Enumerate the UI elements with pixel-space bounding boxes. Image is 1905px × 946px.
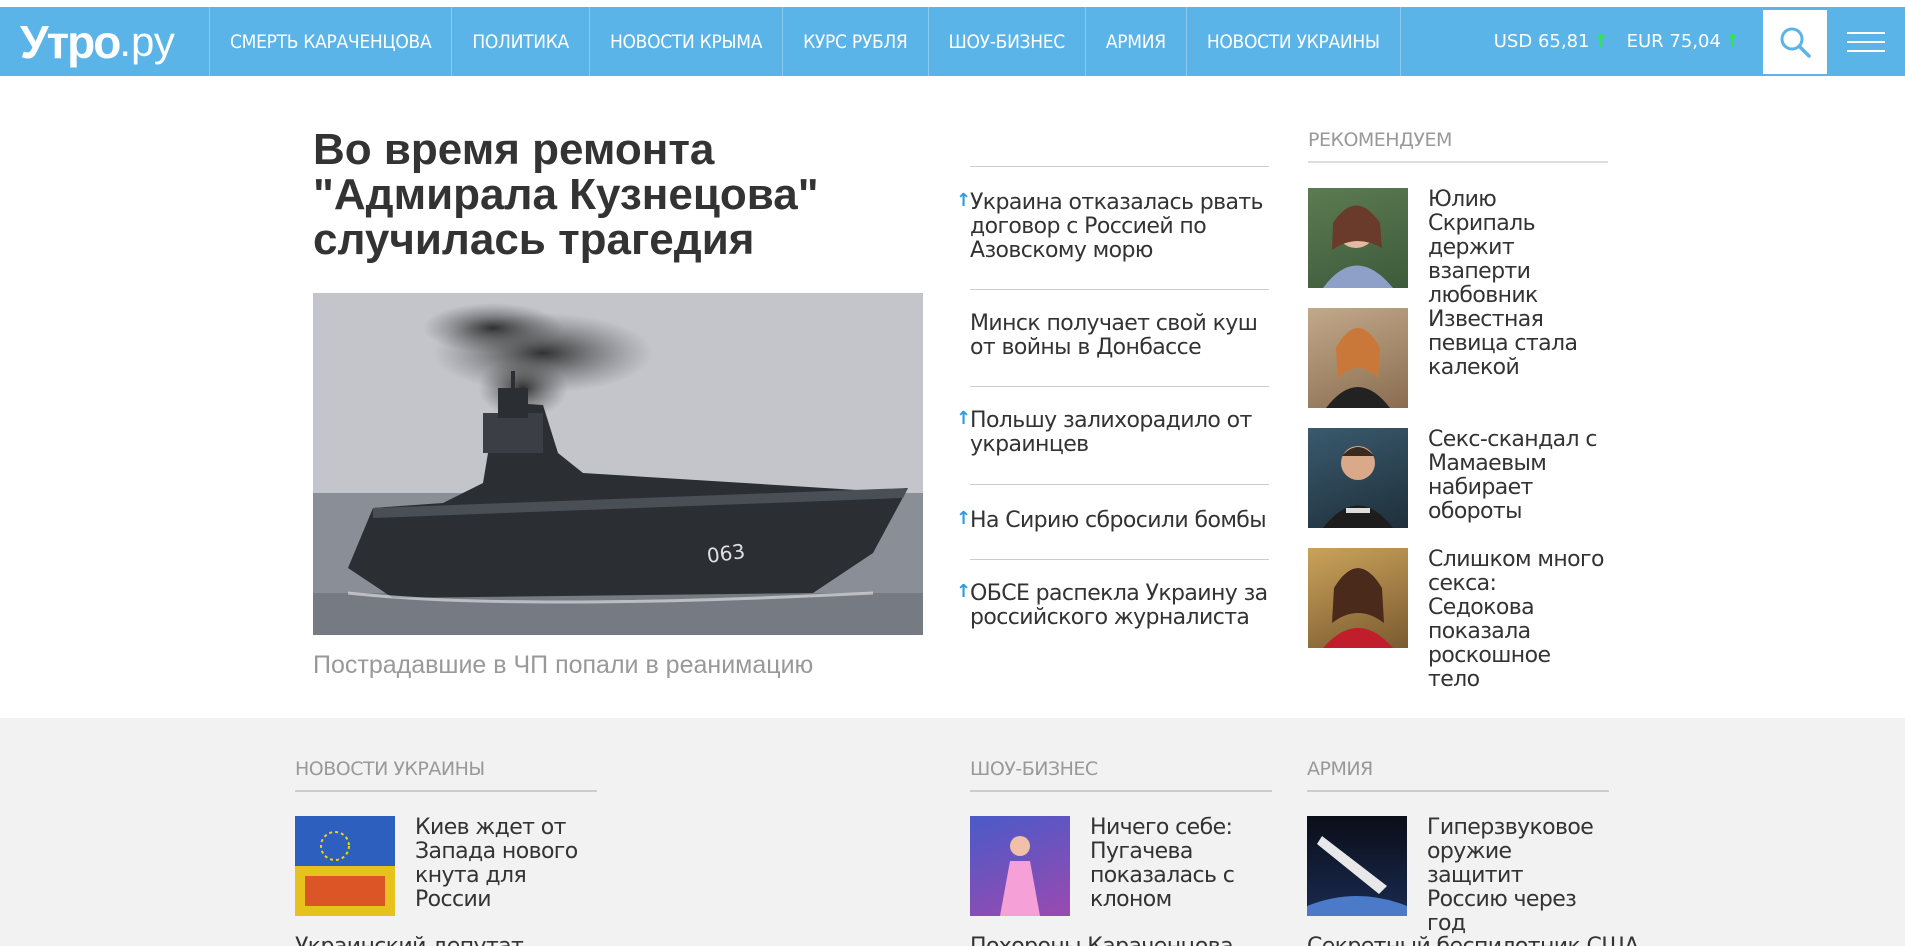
section-item-title: Гиперзвуковое оружие защитит Россию чере… bbox=[1427, 815, 1594, 936]
list-item[interactable]: ↑ На Сирию сбросили бомбы bbox=[956, 484, 1269, 559]
trending-up-icon: ↑ bbox=[956, 581, 971, 602]
main-article-title[interactable]: Во время ремонта "Адмирала Кузнецова" сл… bbox=[313, 127, 873, 262]
section-item[interactable]: Киев ждет от Запада нового кнута для Рос… bbox=[295, 816, 597, 916]
thumbnail-image bbox=[1308, 188, 1408, 288]
hamburger-menu-icon bbox=[1847, 31, 1885, 52]
thumbnail-image bbox=[1308, 308, 1408, 408]
list-item-text: Минск получает свой куш от войны в Донба… bbox=[970, 311, 1258, 360]
section-item-title: Киев ждет от Запада нового кнута для Рос… bbox=[415, 815, 578, 912]
recommended-item-title: Известная певица стала калекой bbox=[1428, 307, 1578, 380]
menu-button[interactable] bbox=[1827, 7, 1905, 76]
rate-eur[interactable]: EUR 75,04 ↑ bbox=[1627, 31, 1740, 52]
list-item[interactable]: ↑ Польшу залихорадило от украинцев bbox=[956, 386, 1269, 484]
trending-up-icon: ↑ bbox=[956, 190, 971, 211]
nav-item-showbiz[interactable]: Шоу-бизнес bbox=[929, 7, 1086, 76]
nav-item-army[interactable]: Армия bbox=[1086, 7, 1187, 76]
site-header: Утро .ру Смерть Караченцова Политика Ново… bbox=[0, 7, 1905, 76]
trending-up-icon: ↑ bbox=[956, 408, 971, 429]
thumbnail-image bbox=[295, 816, 395, 916]
top-news-list: ↑ Украина отказалась рвать договор с Рос… bbox=[956, 166, 1269, 639]
recommended-item[interactable]: Секс-скандал с Мамаевым набирает обороты bbox=[1308, 428, 1608, 528]
nav-item-crimea[interactable]: Новости Крыма bbox=[590, 7, 784, 76]
arrow-up-icon: ↑ bbox=[1593, 31, 1609, 52]
main-nav: Смерть Караченцова Политика Новости Крым… bbox=[210, 7, 1401, 76]
section-next-item[interactable]: Похороны Караченцова bbox=[970, 934, 1234, 946]
section-heading-ukraine[interactable]: Новости Украины bbox=[295, 758, 597, 792]
trending-up-icon: ↑ bbox=[956, 508, 971, 529]
site-logo[interactable]: Утро .ру bbox=[0, 7, 210, 76]
logo-suffix: .ру bbox=[119, 17, 175, 65]
recommended-item-title: Юлию Скрипаль держит взаперти любовник bbox=[1428, 187, 1538, 308]
section-item[interactable]: Гиперзвуковое оружие защитит Россию чере… bbox=[1307, 816, 1609, 936]
recommended-item-title: Слишком много секса: Седокова показала р… bbox=[1428, 547, 1604, 692]
list-item-text: ОБСЕ распекла Украину за российского жур… bbox=[970, 581, 1268, 630]
nav-item-karachentsov[interactable]: Смерть Караченцова bbox=[210, 7, 453, 76]
list-item[interactable]: ↑ ОБСЕ распекла Украину за российского ж… bbox=[956, 559, 1269, 639]
section-heading-showbiz[interactable]: Шоу-бизнес bbox=[970, 758, 1272, 792]
rate-eur-label: EUR bbox=[1626, 31, 1664, 52]
section-item[interactable]: Ничего себе: Пугачева показалась с клоно… bbox=[970, 816, 1272, 916]
category-sections: Новости Украины Киев ждет от Запада ново… bbox=[0, 718, 1905, 946]
thumbnail-image bbox=[1307, 816, 1407, 916]
list-item[interactable]: ↑ Украина отказалась рвать договор с Рос… bbox=[956, 166, 1269, 289]
section-item-title: Ничего себе: Пугачева показалась с клоно… bbox=[1090, 815, 1235, 912]
nav-item-ruble-rate[interactable]: Курс рубля bbox=[783, 7, 929, 76]
list-item-text: Польшу залихорадило от украинцев bbox=[970, 408, 1252, 457]
logo-main: Утро bbox=[20, 15, 121, 68]
recommended-item[interactable]: Юлию Скрипаль держит взаперти любовник bbox=[1308, 188, 1608, 308]
nav-item-ukraine[interactable]: Новости Украины bbox=[1187, 7, 1401, 76]
recommended-item-title: Секс-скандал с Мамаевым набирает обороты bbox=[1428, 427, 1598, 524]
rate-eur-value: 75,04 bbox=[1669, 31, 1721, 52]
thumbnail-image bbox=[1308, 548, 1408, 648]
list-item-text: На Сирию сбросили бомбы bbox=[970, 508, 1267, 533]
section-heading-army[interactable]: Армия bbox=[1307, 758, 1609, 792]
thumbnail-image bbox=[970, 816, 1070, 916]
rate-usd-value: 65,81 bbox=[1537, 31, 1590, 52]
rate-usd[interactable]: USD 65,81 ↑ bbox=[1494, 31, 1609, 52]
aircraft-carrier-photo: 063 bbox=[313, 293, 923, 635]
section-next-item[interactable]: Секретный беспилотник США bbox=[1307, 934, 1639, 946]
arrow-up-icon: ↑ bbox=[1724, 31, 1740, 52]
thumbnail-image bbox=[1308, 428, 1408, 528]
list-item[interactable]: Минск получает свой куш от войны в Донба… bbox=[970, 289, 1269, 386]
main-article-caption[interactable]: Пострадавшие в ЧП попали в реанимацию bbox=[313, 651, 813, 680]
recommended-heading: Рекомендуем bbox=[1308, 129, 1608, 163]
list-item-text: Украина отказалась рвать договор с Росси… bbox=[970, 190, 1264, 263]
search-button[interactable] bbox=[1763, 10, 1827, 74]
search-icon bbox=[1780, 27, 1811, 58]
rate-usd-label: USD bbox=[1493, 31, 1533, 52]
main-article-image[interactable]: 063 bbox=[313, 293, 923, 635]
section-next-item[interactable]: Украинский депутат bbox=[295, 934, 524, 946]
recommended-item[interactable]: Слишком много секса: Седокова показала р… bbox=[1308, 548, 1608, 692]
nav-item-politics[interactable]: Политика bbox=[452, 7, 590, 76]
currency-rates: USD 65,81 ↑ EUR 75,04 ↑ bbox=[1494, 7, 1740, 76]
recommended-item[interactable]: Известная певица стала калекой bbox=[1308, 308, 1608, 408]
